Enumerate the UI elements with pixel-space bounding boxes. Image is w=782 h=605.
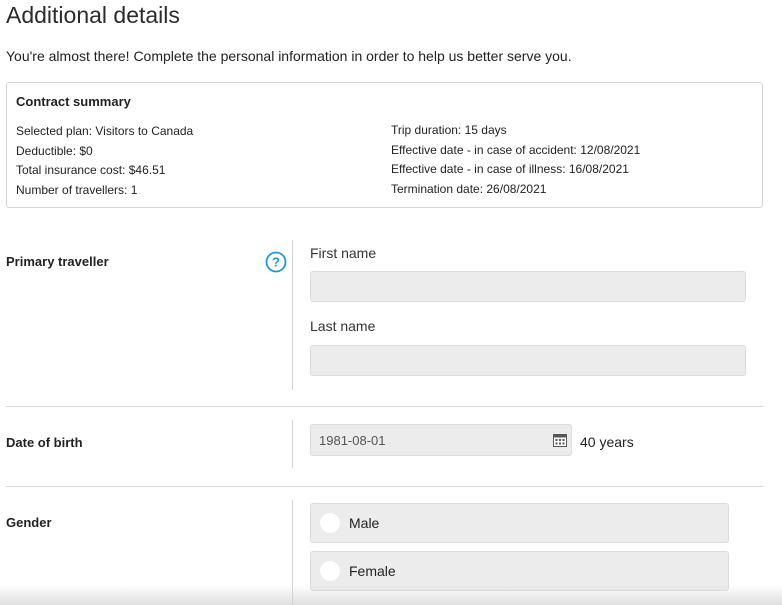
gender-option-label: Female <box>349 563 396 579</box>
summary-deductible: Deductible: $0 <box>16 143 93 158</box>
intro-text: You're almost there! Complete the person… <box>6 48 572 64</box>
section-divider <box>6 486 763 487</box>
gender-option-male[interactable]: Male <box>310 503 729 543</box>
first-name-input[interactable] <box>310 271 746 302</box>
radio-button[interactable] <box>320 561 340 581</box>
svg-text:?: ? <box>272 255 280 270</box>
radio-button[interactable] <box>320 513 340 533</box>
summary-effective-date-illness: Effective date - in case of illness: 16/… <box>391 162 629 176</box>
bottom-fade <box>0 585 782 605</box>
section-divider <box>6 406 763 407</box>
date-of-birth-value: 1981-08-01 <box>319 433 386 448</box>
primary-traveller-label: Primary traveller <box>6 254 109 269</box>
summary-trip-duration: Trip duration: 15 days <box>391 123 507 137</box>
summary-effective-date-accident: Effective date - in case of accident: 12… <box>391 142 641 157</box>
summary-termination-date: Termination date: 26/08/2021 <box>391 181 547 196</box>
last-name-input[interactable] <box>310 345 746 376</box>
date-of-birth-input[interactable]: 1981-08-01 <box>310 424 572 456</box>
contract-summary-right-column: Trip duration: 15 days Effective date - … <box>391 121 640 199</box>
summary-selected-plan: Selected plan: Visitors to Canada <box>16 124 194 138</box>
primary-traveller-divider <box>292 240 293 390</box>
gender-label: Gender <box>6 515 52 530</box>
age-display: 40 years <box>580 434 634 450</box>
summary-number-of-travellers: Number of travellers: 1 <box>16 182 138 197</box>
contract-summary-box: Contract summary Selected plan: Visitors… <box>6 82 763 208</box>
page-title: Additional details <box>6 2 180 28</box>
calendar-icon[interactable] <box>553 433 567 447</box>
contract-summary-left-column: Selected plan: Visitors to Canada Deduct… <box>16 122 193 200</box>
date-of-birth-label: Date of birth <box>6 435 83 450</box>
date-of-birth-divider <box>292 420 293 468</box>
gender-option-label: Male <box>349 515 380 531</box>
question-circle-icon[interactable]: ? <box>265 251 287 273</box>
first-name-label: First name <box>310 245 377 261</box>
summary-total-cost: Total insurance cost: $46.51 <box>16 163 166 177</box>
last-name-label: Last name <box>310 318 376 334</box>
contract-summary-title: Contract summary <box>16 94 131 109</box>
